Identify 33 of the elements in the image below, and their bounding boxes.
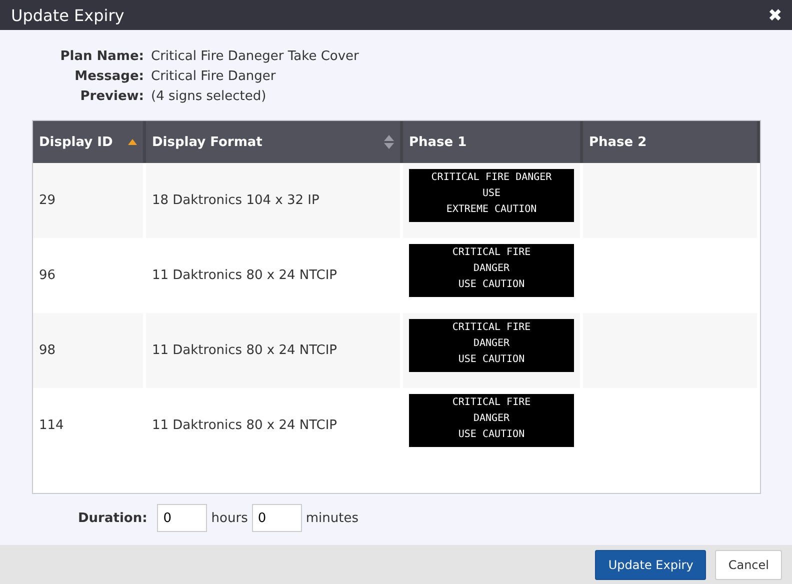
field-label: Message: — [74, 68, 144, 85]
table-cell: 96 — [39, 268, 56, 283]
sign-preview: CRITICAL FIRE DANGER USE EXTREME CAUTION — [409, 169, 574, 222]
unit-label: minutes — [306, 510, 358, 526]
table-cell: 29 — [39, 193, 56, 208]
field-value: Critical Fire Danger — [151, 68, 276, 85]
column-header[interactable]: Phase 1 — [402, 121, 582, 163]
unit-label: hours — [211, 510, 248, 526]
column-header[interactable]: Phase 2 — [582, 121, 758, 163]
table-cell: 11 Daktronics 80 x 24 NTCIP — [152, 343, 338, 358]
sort-icon — [384, 135, 394, 149]
sort-ascending-icon — [128, 139, 137, 145]
cancel-button[interactable]: Cancel — [715, 550, 782, 580]
minutes-input[interactable]: 0 — [252, 504, 302, 532]
column-header[interactable]: Display ID — [33, 121, 144, 163]
table-cell: 11 Daktronics 80 x 24 NTCIP — [152, 418, 338, 433]
window-title: Update Expiry — [11, 6, 124, 24]
sign-preview: CRITICAL FIRE DANGER USE CAUTION — [409, 244, 574, 297]
field-label: Plan Name: — [59, 48, 144, 65]
close-button[interactable]: ✖ — [768, 4, 782, 26]
sign-preview: CRITICAL FIRE DANGER USE CAUTION — [409, 394, 574, 447]
sign-preview: CRITICAL FIRE DANGER USE CAUTION — [409, 319, 574, 372]
table-cell: 114 — [39, 418, 64, 433]
field-label: Duration: — [78, 510, 148, 526]
table-cell: 11 Daktronics 80 x 24 NTCIP — [152, 268, 338, 283]
table-cell: 98 — [39, 343, 56, 358]
field-value: Critical Fire Daneger Take Cover — [151, 48, 359, 65]
field-value: (4 signs selected) — [151, 88, 266, 105]
column-header[interactable]: Display Format — [144, 121, 402, 163]
update-expiry-button[interactable]: Update Expiry — [595, 550, 706, 580]
table-cell: 18 Daktronics 104 x 32 IP — [152, 193, 320, 208]
field-label: Preview: — [79, 88, 144, 105]
hours-input[interactable]: 0 — [157, 504, 208, 532]
